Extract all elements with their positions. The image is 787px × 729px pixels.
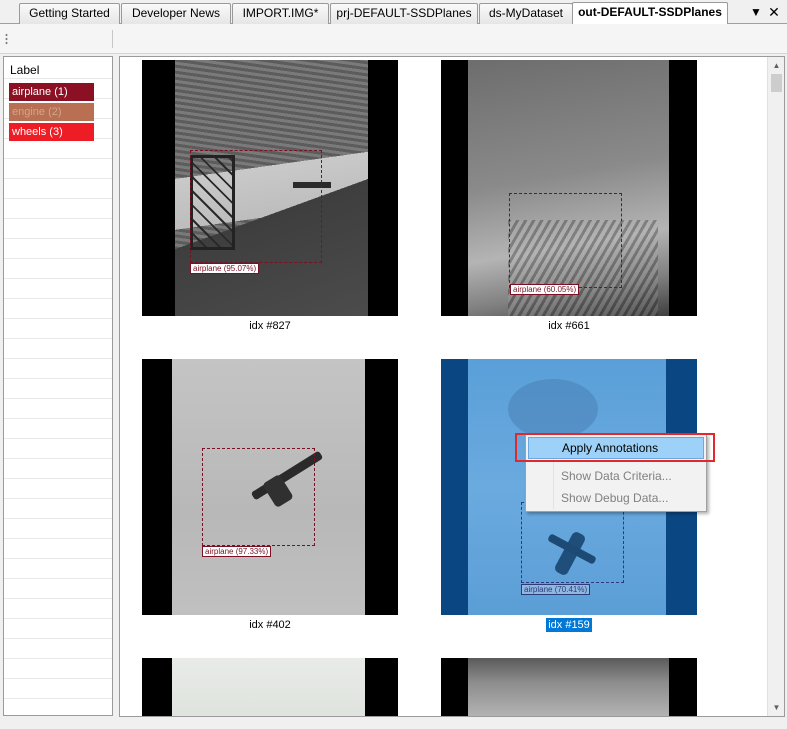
image-thumbnail-827[interactable]: airplane (95.07%): [142, 60, 398, 316]
tab-ds-mydataset[interactable]: ds-MyDataset: [479, 3, 573, 24]
bounding-box-label: airplane (97.33%): [202, 546, 272, 557]
app-window: Getting Started Developer News IMPORT.IM…: [0, 0, 787, 729]
image-thumbnail-partial[interactable]: [142, 658, 398, 716]
thumbnail-caption: idx #827: [249, 320, 291, 332]
bounding-box[interactable]: [521, 502, 624, 583]
tab-developer-news[interactable]: Developer News: [121, 3, 231, 24]
document-tab-strip: Getting Started Developer News IMPORT.IM…: [0, 0, 787, 25]
image-thumbnail-partial[interactable]: [441, 658, 697, 716]
close-icon[interactable]: ✕: [766, 4, 782, 20]
tab-out-default-ssdplanes[interactable]: out-DEFAULT-SSDPlanes: [572, 2, 728, 25]
toolbar-grip-icon[interactable]: [5, 33, 8, 45]
scroll-up-icon[interactable]: ▲: [768, 57, 784, 74]
image-thumbnail-402[interactable]: airplane (97.33%): [142, 359, 398, 615]
thumbnail-caption: idx #661: [548, 320, 590, 332]
scrollbar-thumb[interactable]: [771, 74, 782, 92]
label-header: Label: [10, 63, 40, 77]
menu-item-show-debug-data[interactable]: Show Debug Data...: [528, 487, 704, 509]
tab-prj-default-ssdplanes[interactable]: prj-DEFAULT-SSDPlanes: [330, 3, 478, 24]
menu-item-show-data-criteria[interactable]: Show Data Criteria...: [528, 465, 704, 487]
label-item-airplane[interactable]: airplane (1): [9, 83, 94, 101]
bounding-box[interactable]: [202, 448, 315, 546]
label-panel: Label airplane (1) engine (2) wheels (3): [3, 56, 113, 716]
toolbar: [0, 24, 787, 54]
highlight-outline: [515, 433, 715, 462]
image-thumbnail-661[interactable]: airplane (60.05%): [441, 60, 697, 316]
bounding-box-label: airplane (60.05%): [510, 284, 580, 295]
vertical-scrollbar[interactable]: ▲ ▼: [767, 57, 784, 716]
bounding-box-label: airplane (95.07%): [190, 263, 260, 274]
label-item-engine[interactable]: engine (2): [9, 103, 94, 121]
tab-getting-started[interactable]: Getting Started: [19, 3, 120, 24]
image-grid-panel[interactable]: airplane (95.07%) idx #827 airplane (60.…: [119, 56, 785, 717]
bounding-box-label: airplane (70.41%): [521, 584, 591, 595]
sky-photo: [172, 658, 365, 716]
thumbnail-caption-selected: idx #159: [546, 618, 592, 632]
sky-photo: [468, 658, 669, 716]
bounding-box[interactable]: [509, 193, 622, 288]
label-item-wheels[interactable]: wheels (3): [9, 123, 94, 141]
toolbar-separator: [112, 30, 113, 48]
thumbnail-caption: idx #402: [249, 619, 291, 631]
scroll-down-icon[interactable]: ▼: [768, 699, 784, 716]
cloud-shape: [508, 379, 598, 439]
chevron-down-icon[interactable]: ▼: [748, 4, 764, 20]
tab-import-img[interactable]: IMPORT.IMG*: [232, 3, 329, 24]
bounding-box[interactable]: [190, 150, 322, 263]
